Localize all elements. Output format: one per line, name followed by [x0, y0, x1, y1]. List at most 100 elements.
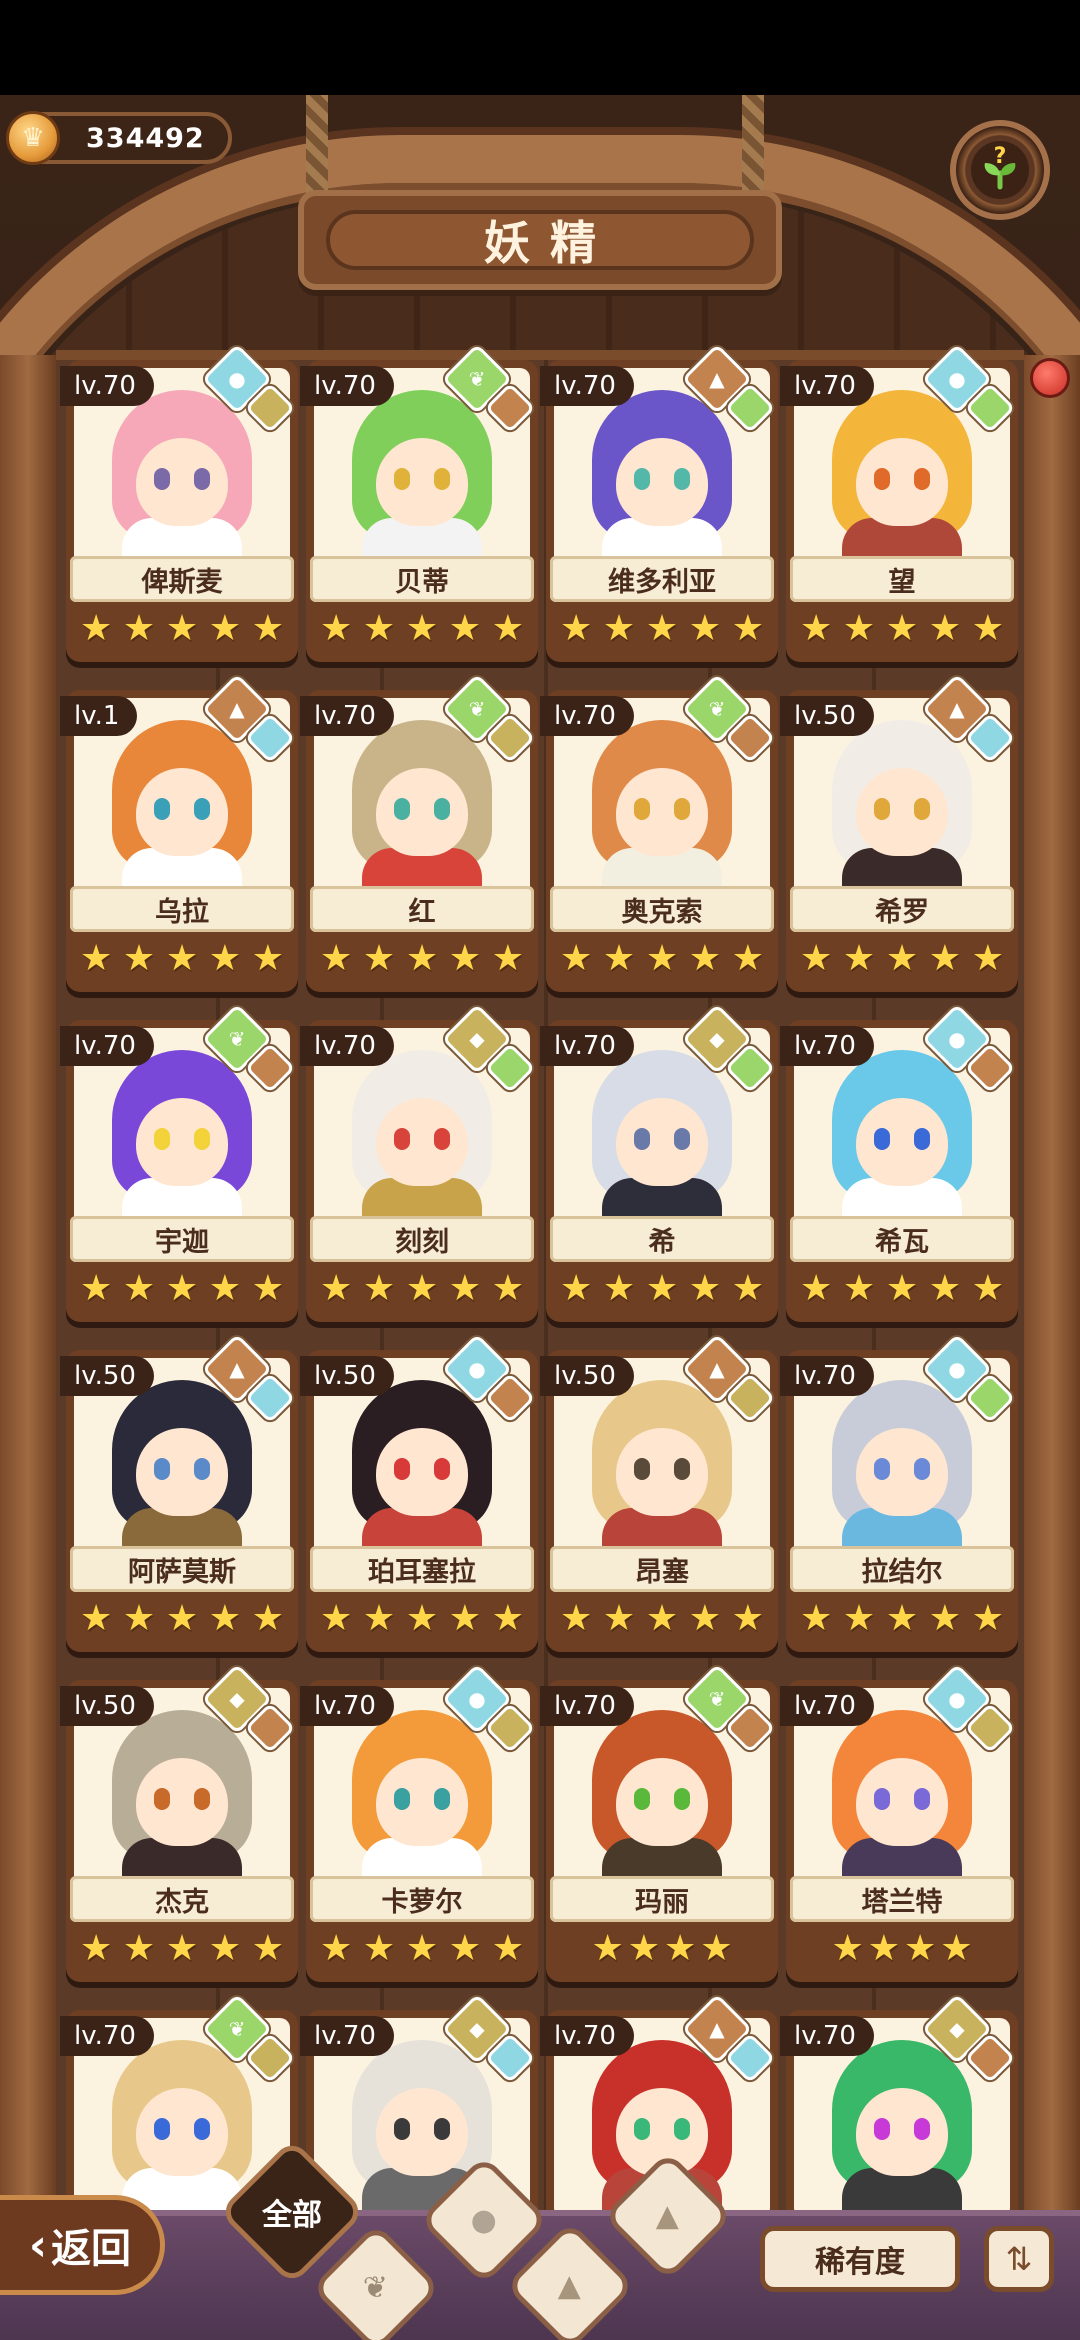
portrait-face	[376, 438, 468, 526]
portrait-eye	[634, 1128, 650, 1150]
portrait-face	[376, 1098, 468, 1186]
help-button[interactable]: ?	[950, 120, 1050, 220]
star-icon: ★	[688, 1268, 722, 1309]
level-badge: lv.70	[300, 1026, 394, 1066]
hero-card[interactable]: lv.70 ● 俾斯麦 ★ ★ ★ ★ ★	[60, 343, 298, 662]
star-icon: ★	[688, 608, 722, 649]
hero-name: 阿萨莫斯	[70, 1546, 294, 1592]
star-icon: ★	[491, 1928, 524, 1969]
star-icon: ★	[731, 938, 764, 979]
hero-card[interactable]: lv.70 ❦ 贝蒂 ★ ★ ★ ★ ★	[300, 343, 538, 662]
portrait-eye	[674, 798, 690, 820]
star-icon: ★	[122, 1268, 156, 1309]
star-icon: ★	[928, 1598, 962, 1639]
star-rating: ★ ★ ★ ★ ★	[320, 938, 524, 980]
hero-name: 希罗	[790, 886, 1014, 932]
crown-coin-icon: ♛	[6, 111, 60, 165]
portrait-face	[376, 1758, 468, 1846]
portrait-eye	[434, 1788, 450, 1810]
element-glyph: ●	[948, 1357, 966, 1381]
star-icon: ★	[80, 608, 113, 649]
hero-card[interactable]: lv.70 ▲ 维多利亚 ★ ★ ★ ★ ★	[540, 343, 778, 662]
portrait-eye	[434, 1458, 450, 1480]
hero-card[interactable]: lv.50 ● 珀耳塞拉 ★ ★ ★ ★ ★	[300, 1333, 538, 1652]
portrait-face	[376, 2088, 468, 2176]
hero-card[interactable]: lv.70 ● 拉结尔 ★ ★ ★ ★ ★	[780, 1333, 1018, 1652]
hero-card[interactable]: lv.70 ❦ 奥克索 ★ ★ ★ ★ ★	[540, 673, 778, 992]
star-rating: ★ ★ ★ ★ ★	[800, 938, 1004, 980]
portrait-eye	[914, 468, 930, 490]
level-badge: lv.70	[60, 2016, 154, 2056]
star-icon: ★	[122, 608, 156, 649]
level-badge: lv.70	[300, 696, 394, 736]
star-icon: ★	[842, 1268, 876, 1309]
star-icon: ★	[165, 608, 199, 649]
hero-card[interactable]: lv.70 ◆ 希 ★ ★ ★ ★ ★	[540, 1003, 778, 1322]
hero-card[interactable]: lv.50 ◆ 杰克 ★ ★ ★ ★ ★	[60, 1663, 298, 1982]
star-rating: ★ ★ ★ ★ ★	[80, 608, 284, 650]
star-icon: ★	[831, 1928, 864, 1969]
level-badge: lv.70	[60, 1026, 154, 1066]
hero-card[interactable]: lv.50 ▲ 阿萨莫斯 ★ ★ ★ ★ ★	[60, 1333, 298, 1652]
element-glyph: ❦	[228, 2017, 246, 2041]
star-icon: ★	[842, 938, 876, 979]
star-icon: ★	[800, 1598, 833, 1639]
portrait-eye	[194, 1128, 210, 1150]
star-icon: ★	[208, 608, 242, 649]
level-badge: lv.70	[780, 1686, 874, 1726]
portrait-eye	[194, 468, 210, 490]
element-glyph: ◆	[469, 1027, 485, 1051]
hero-card[interactable]: lv.50 ▲ 昂塞 ★ ★ ★ ★ ★	[540, 1333, 778, 1652]
star-rating: ★ ★ ★ ★ ★	[320, 1268, 524, 1310]
hero-name: 宇迦	[70, 1216, 294, 1262]
level-badge: lv.1	[60, 696, 138, 736]
hero-card[interactable]: lv.70 ❦ 玛丽 ★ ★ ★ ★	[540, 1663, 778, 1982]
hero-card[interactable]: lv.70 ❦ 红 ★ ★ ★ ★ ★	[300, 673, 538, 992]
hero-card[interactable]: lv.50 ▲ 希罗 ★ ★ ★ ★ ★	[780, 673, 1018, 992]
hero-card[interactable]: lv.70 ❦ 宇迦 ★ ★ ★ ★ ★	[60, 1003, 298, 1322]
star-icon: ★	[885, 608, 919, 649]
element-glyph: ❦	[228, 1027, 246, 1051]
portrait-eye	[914, 1458, 930, 1480]
hero-card[interactable]: lv.70 ● 希瓦 ★ ★ ★ ★ ★	[780, 1003, 1018, 1322]
portrait-face	[616, 1098, 708, 1186]
notification-dot[interactable]	[1030, 358, 1070, 398]
element-glyph: ◆	[469, 2017, 485, 2041]
back-button[interactable]: ‹ 返回	[0, 2195, 165, 2295]
portrait-eye	[394, 1458, 410, 1480]
star-rating: ★ ★ ★ ★	[800, 1928, 1004, 1970]
portrait-face	[136, 1428, 228, 1516]
hero-card[interactable]: lv.70 ◆ 刻刻 ★ ★ ★ ★ ★	[300, 1003, 538, 1322]
chevron-left-icon: ‹	[28, 2219, 48, 2271]
hero-card[interactable]: lv.70 ● 望 ★ ★ ★ ★ ★	[780, 343, 1018, 662]
level-badge: lv.50	[780, 696, 874, 736]
hero-card[interactable]: lv.70 ● 塔兰特 ★ ★ ★ ★	[780, 1663, 1018, 1982]
portrait-face	[856, 1098, 948, 1186]
hero-name: 希瓦	[790, 1216, 1014, 1262]
element-glyph: ▲	[709, 367, 725, 391]
portrait-eye	[874, 798, 890, 820]
hero-card[interactable]: lv.1 ▲ 乌拉 ★ ★ ★ ★ ★	[60, 673, 298, 992]
level-badge: lv.70	[780, 1356, 874, 1396]
sort-order-button[interactable]: ⇅	[984, 2226, 1054, 2292]
star-icon: ★	[251, 938, 284, 979]
star-icon: ★	[885, 938, 919, 979]
star-icon: ★	[688, 938, 722, 979]
element-glyph: ●	[468, 1687, 486, 1711]
question-sprout-icon: ?	[971, 141, 1029, 199]
star-rating: ★ ★ ★ ★ ★	[800, 1268, 1004, 1310]
peak-icon: ▲	[656, 2198, 680, 2234]
portrait-face	[136, 2088, 228, 2176]
portrait-face	[856, 768, 948, 856]
portrait-eye	[154, 1788, 170, 1810]
portrait-eye	[394, 798, 410, 820]
hero-name: 红	[310, 886, 534, 932]
hero-card[interactable]: lv.70 ● 卡萝尔 ★ ★ ★ ★ ★	[300, 1663, 538, 1982]
right-pillar	[1024, 355, 1080, 2315]
portrait-eye	[394, 2118, 410, 2140]
portrait-eye	[434, 798, 450, 820]
portrait-eye	[394, 468, 410, 490]
portrait-face	[856, 438, 948, 526]
portrait-eye	[874, 468, 890, 490]
rarity-sort-button[interactable]: 稀有度	[760, 2226, 960, 2292]
